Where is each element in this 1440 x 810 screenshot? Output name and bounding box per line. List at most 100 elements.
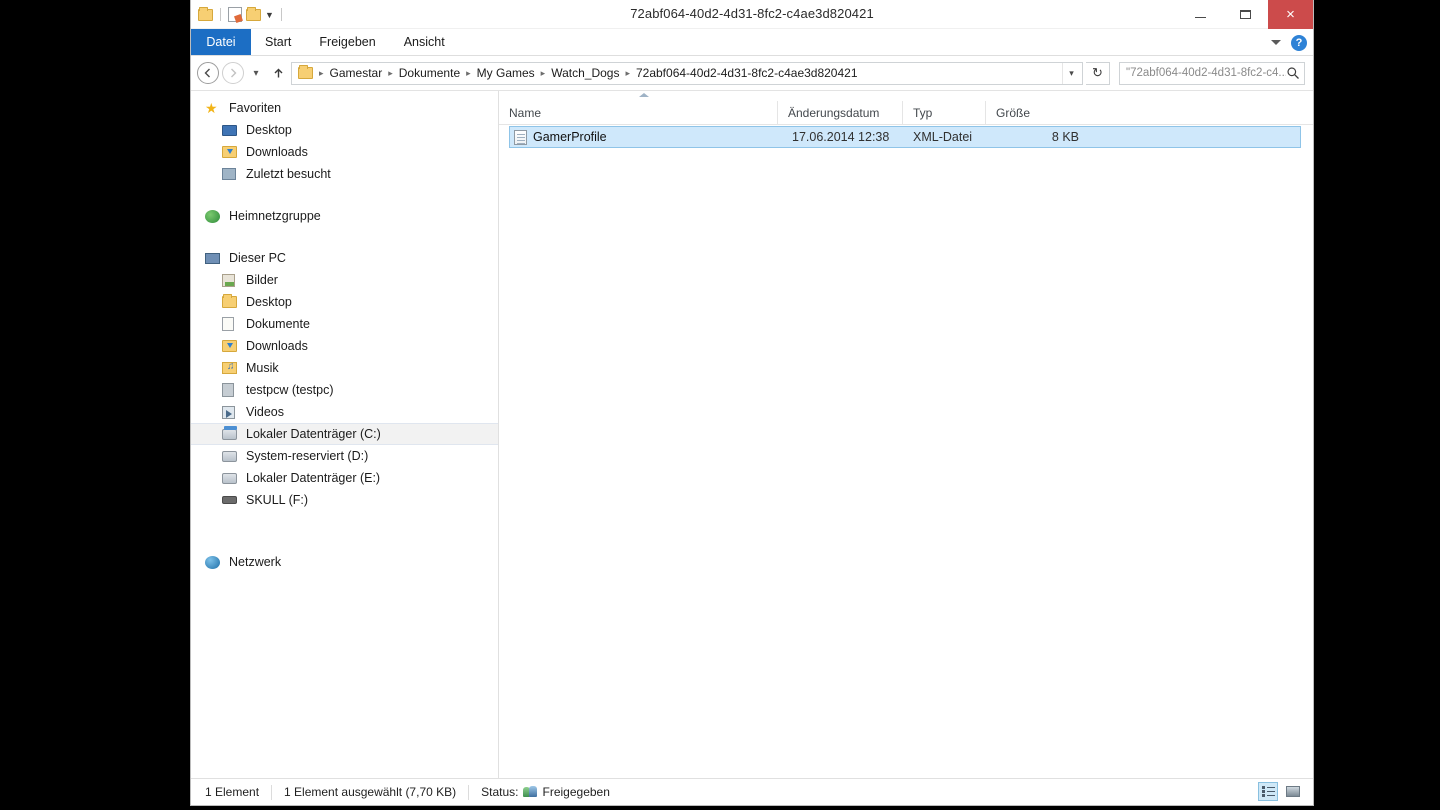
forward-button[interactable] — [222, 62, 244, 84]
file-list-pane[interactable]: Name Änderungsdatum Typ Größe GamerProfi… — [499, 91, 1313, 778]
column-header-modified[interactable]: Änderungsdatum — [777, 100, 902, 125]
breadcrumb-item-watch-dogs[interactable]: Watch_Dogs — [547, 65, 623, 81]
sidebar-item-label: Zuletzt besucht — [246, 167, 331, 181]
status-badge: Freigegeben — [542, 785, 610, 799]
sidebar-item-videos[interactable]: Videos — [191, 401, 498, 423]
usb-drive-icon — [222, 496, 242, 504]
desktop-backdrop: ▼ 72abf064-40d2-4d31-8fc2-c4ae3d820421 ×… — [0, 0, 1440, 810]
window-controls: × — [1178, 0, 1313, 29]
close-button[interactable]: × — [1268, 0, 1313, 29]
ribbon-right-controls: ? — [1271, 29, 1307, 56]
sidebar-item-musik[interactable]: Musik — [191, 357, 498, 379]
user-folder-icon — [222, 383, 242, 397]
tab-start[interactable]: Start — [251, 29, 305, 55]
table-row[interactable]: GamerProfile 17.06.2014 12:38 XML-Datei … — [509, 126, 1301, 148]
details-view-icon — [1261, 786, 1275, 797]
status-label: Status: — [481, 785, 519, 799]
xml-file-icon — [514, 129, 527, 145]
sidebar-item-label: Dieser PC — [229, 251, 286, 265]
tab-freigeben[interactable]: Freigeben — [305, 29, 389, 55]
details-view-button[interactable] — [1258, 782, 1278, 801]
breadcrumb-separator: ▸ — [388, 67, 393, 78]
sidebar-item-label: Videos — [246, 405, 284, 419]
sidebar-item-label: Downloads — [246, 339, 308, 353]
search-input[interactable]: "72abf064-40d2-4d31-8fc2-c4... — [1126, 67, 1286, 79]
navigation-pane: ★ Favoriten Desktop Downloads Zuletzt be… — [191, 91, 499, 778]
address-dropdown-icon[interactable]: ▾ — [1062, 62, 1080, 84]
hdd-system-icon — [222, 425, 242, 440]
tab-ansicht[interactable]: Ansicht — [390, 29, 459, 55]
breadcrumb-separator: ▸ — [319, 67, 324, 78]
sidebar-item-heimnetzgruppe[interactable]: Heimnetzgruppe — [191, 205, 498, 227]
up-arrow-icon — [274, 68, 282, 77]
shared-people-icon — [522, 786, 538, 798]
videos-icon — [222, 405, 242, 419]
help-icon[interactable]: ? — [1291, 34, 1307, 51]
chevron-down-icon[interactable] — [1271, 40, 1281, 45]
sidebar-item-system-reserviert-d[interactable]: System-reserviert (D:) — [191, 445, 498, 467]
search-box[interactable]: "72abf064-40d2-4d31-8fc2-c4... — [1119, 61, 1305, 85]
address-bar[interactable]: ▸ Gamestar ▸ Dokumente ▸ My Games ▸ Watc… — [291, 61, 1083, 85]
sidebar-item-downloads[interactable]: Downloads — [191, 335, 498, 357]
view-mode-buttons — [1258, 782, 1303, 801]
sidebar-item-desktop-fav[interactable]: Desktop — [191, 119, 498, 141]
column-header-name[interactable]: Name — [499, 92, 777, 125]
sidebar-item-label: Netzwerk — [229, 555, 282, 569]
breadcrumb-item-current-folder[interactable]: 72abf064-40d2-4d31-8fc2-c4ae3d820421 — [632, 65, 862, 81]
minimize-button[interactable] — [1178, 0, 1223, 29]
recent-places-icon — [222, 168, 242, 180]
breadcrumb-separator: ▸ — [540, 67, 546, 78]
sidebar-item-dieser-pc[interactable]: Dieser PC — [191, 247, 498, 269]
downloads-folder-icon — [222, 146, 242, 158]
sidebar-item-zuletzt-besucht[interactable]: Zuletzt besucht — [191, 163, 498, 185]
sidebar-item-label: testpcw (testpc) — [246, 383, 334, 397]
column-header-size[interactable]: Größe — [985, 100, 1075, 125]
documents-icon — [222, 317, 242, 331]
column-header-type[interactable]: Typ — [902, 100, 985, 125]
file-name: GamerProfile — [533, 130, 607, 144]
this-pc-icon — [205, 252, 225, 264]
minimize-icon — [1195, 17, 1206, 18]
status-bar: 1 Element 1 Element ausgewählt (7,70 KB)… — [191, 778, 1313, 805]
desktop-folder-icon — [222, 294, 242, 308]
sidebar-item-favoriten[interactable]: ★ Favoriten — [191, 97, 498, 119]
sidebar-item-lokaler-datentraeger-e[interactable]: Lokaler Datenträger (E:) — [191, 467, 498, 489]
recent-locations-button[interactable]: ▾ — [247, 62, 265, 84]
window-title: 72abf064-40d2-4d31-8fc2-c4ae3d820421 — [630, 6, 874, 21]
hdd-icon — [222, 450, 242, 462]
back-arrow-icon — [204, 68, 210, 78]
sidebar-item-dokumente[interactable]: Dokumente — [191, 313, 498, 335]
refresh-button[interactable]: ↻ — [1086, 61, 1110, 85]
sort-ascending-icon — [639, 92, 649, 97]
search-icon[interactable] — [1286, 66, 1300, 80]
close-icon: × — [1286, 6, 1295, 23]
breadcrumb-separator: ▸ — [625, 67, 630, 78]
breadcrumb-item-gamestar[interactable]: Gamestar — [326, 65, 387, 81]
sidebar-item-bilder[interactable]: Bilder — [191, 269, 498, 291]
sidebar-item-label: Bilder — [246, 273, 278, 287]
breadcrumb-item-my-games[interactable]: My Games — [473, 65, 539, 81]
forward-arrow-icon — [231, 68, 237, 78]
sidebar-item-label: Favoriten — [229, 101, 282, 115]
large-icons-view-button[interactable] — [1283, 782, 1303, 801]
maximize-button[interactable] — [1223, 0, 1268, 29]
sidebar-item-label: Lokaler Datenträger (C:) — [246, 427, 381, 441]
sidebar-item-netzwerk[interactable]: Netzwerk — [191, 551, 498, 573]
up-button[interactable] — [268, 62, 288, 84]
file-size-cell: 8 KB — [1051, 130, 1079, 144]
breadcrumb-item-dokumente[interactable]: Dokumente — [395, 65, 464, 81]
back-button[interactable] — [197, 62, 219, 84]
sidebar-item-label: Dokumente — [246, 317, 310, 331]
column-header-label: Typ — [913, 105, 933, 120]
network-icon — [205, 555, 225, 569]
tab-datei[interactable]: Datei — [191, 29, 251, 55]
sidebar-item-label: Heimnetzgruppe — [229, 209, 321, 223]
sidebar-item-downloads-fav[interactable]: Downloads — [191, 141, 498, 163]
sidebar-item-desktop[interactable]: Desktop — [191, 291, 498, 313]
sidebar-item-skull-f[interactable]: SKULL (F:) — [191, 489, 498, 511]
star-icon: ★ — [205, 100, 218, 116]
sidebar-item-testpcw[interactable]: testpcw (testpc) — [191, 379, 498, 401]
sidebar-item-lokaler-datentraeger-c[interactable]: Lokaler Datenträger (C:) — [191, 423, 498, 445]
